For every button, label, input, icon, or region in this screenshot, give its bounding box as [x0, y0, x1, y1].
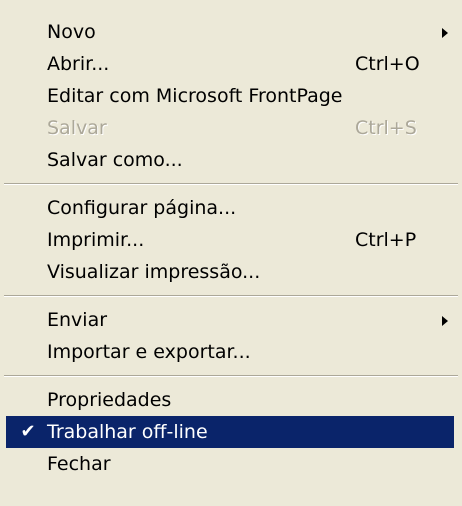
menu-item-label: Novo: [47, 21, 96, 43]
menu-item-visualizar-impressao[interactable]: Visualizar impressão...: [6, 256, 454, 288]
checkmark-icon: ✔: [20, 421, 36, 442]
menu-item-label: Editar com Microsoft FrontPage: [47, 85, 343, 107]
menu-item-shortcut: Ctrl+O: [355, 53, 420, 75]
menu-item-imprimir[interactable]: Imprimir... Ctrl+P: [6, 224, 454, 256]
menu-item-propriedades[interactable]: Propriedades: [6, 384, 454, 416]
menu-item-label: Importar e exportar...: [47, 341, 251, 363]
menu-item-label: Propriedades: [47, 389, 172, 411]
menu-item-label: Enviar: [47, 309, 108, 331]
menu-item-label: Trabalhar off-line: [47, 421, 208, 443]
menu-item-label: Fechar: [47, 453, 111, 475]
menu-separator: [4, 368, 458, 384]
menu-item-salvar: Salvar Ctrl+S: [6, 112, 454, 144]
menu-item-label: Abrir...: [47, 53, 110, 75]
menu-item-fechar[interactable]: Fechar: [6, 448, 454, 480]
menu-item-abrir[interactable]: Abrir... Ctrl+O: [6, 48, 454, 80]
menu-item-enviar[interactable]: Enviar: [6, 304, 454, 336]
menu-item-trabalhar-off-line[interactable]: ✔ Trabalhar off-line: [6, 416, 454, 448]
file-menu: Novo Abrir... Ctrl+O Editar com Microsof…: [0, 0, 462, 506]
submenu-arrow-icon: [442, 316, 448, 326]
submenu-arrow-icon: [442, 28, 448, 38]
menu-separator: [4, 176, 458, 192]
menu-item-salvar-como[interactable]: Salvar como...: [6, 144, 454, 176]
menu-item-label: Salvar: [47, 117, 107, 139]
menu-item-label: Configurar página...: [47, 197, 237, 219]
menu-item-label: Visualizar impressão...: [47, 261, 261, 283]
menu-item-label: Imprimir...: [47, 229, 145, 251]
menu-item-label: Salvar como...: [47, 149, 183, 171]
menu-item-shortcut: Ctrl+S: [355, 117, 417, 139]
menu-separator: [4, 288, 458, 304]
menu-item-configurar-pagina[interactable]: Configurar página...: [6, 192, 454, 224]
menu-item-editar-frontpage[interactable]: Editar com Microsoft FrontPage: [6, 80, 454, 112]
menu-item-novo[interactable]: Novo: [6, 16, 454, 48]
menu-item-importar-exportar[interactable]: Importar e exportar...: [6, 336, 454, 368]
menu-item-shortcut: Ctrl+P: [355, 229, 417, 251]
